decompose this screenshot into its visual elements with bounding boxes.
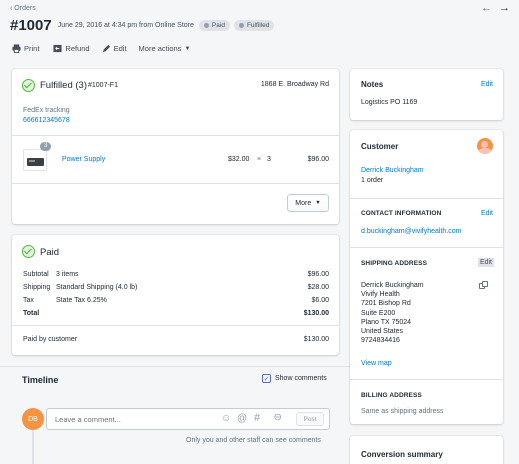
notes-edit-link[interactable]: Edit <box>481 81 493 88</box>
fulfilled-title: Fulfilled (3) <box>40 80 87 91</box>
order-title-row: #1007 June 29, 2016 at 4:34 pm from Onli… <box>10 17 275 34</box>
paid-card: Paid Subtotal 3 items $96.00 Shipping St… <box>12 235 339 355</box>
timeline-title: Timeline <box>22 375 59 385</box>
next-order-arrow-icon[interactable]: → <box>499 2 510 14</box>
fulfillment-location: 1868 E. Broadway Rd <box>260 81 329 88</box>
previous-order-arrow-icon[interactable]: ← <box>481 2 492 14</box>
product-name-link[interactable]: Power Supply <box>62 156 105 163</box>
address-line: 7201 Bishop Rd <box>361 300 411 308</box>
fulfilled-check-icon <box>22 79 35 92</box>
quantity-badge: 3 <box>40 142 52 151</box>
address-line: United States <box>361 328 404 336</box>
payment-status-badge: Paid <box>198 20 230 31</box>
conversion-summary-card: Conversion summary <box>350 436 503 464</box>
address-line: Vivify Health <box>361 291 400 299</box>
product-thumbnail <box>23 149 47 171</box>
shipping-label: Shipping <box>23 284 51 291</box>
address-line: Plano TX 75024 <box>361 318 412 326</box>
pencil-icon <box>102 44 110 53</box>
address-line: Derrick Buckingham <box>361 282 424 289</box>
divider <box>350 247 503 248</box>
subtotal-label: Subtotal <box>23 271 49 278</box>
show-comments-toggle[interactable]: ✓ Show comments <box>262 374 327 383</box>
shipping-desc: Standard Shipping (4.0 lb) <box>56 284 138 291</box>
contact-info-title: CONTACT INFORMATION <box>361 210 442 217</box>
hashtag-icon[interactable]: # <box>254 412 260 424</box>
breadcrumb-label: Orders <box>14 5 36 12</box>
divider <box>0 366 352 367</box>
post-button[interactable]: Post <box>296 412 324 426</box>
divider <box>12 325 339 326</box>
notes-card: Notes Edit Logistics PO 1169 <box>350 69 503 120</box>
comment-input[interactable] <box>55 414 215 425</box>
print-icon <box>12 44 21 53</box>
checkbox-checked-icon: ✓ <box>262 374 271 383</box>
divider <box>12 183 339 184</box>
emoji-icon[interactable]: ☺ <box>221 413 231 424</box>
item-quantity: 3 <box>267 156 271 163</box>
shipping-edit-link[interactable]: Edit <box>477 258 494 267</box>
shipping-address-title: SHIPPING ADDRESS <box>361 260 428 267</box>
tracking-number-link[interactable]: 666612345678 <box>23 117 70 124</box>
order-meta: June 29, 2016 at 4:34 pm from Online Sto… <box>57 22 194 29</box>
divider <box>350 379 503 380</box>
customer-title: Customer <box>361 142 399 151</box>
fulfillment-id: #1007-F1 <box>88 82 118 89</box>
tax-amount: $6.00 <box>311 297 329 304</box>
subtotal-desc: 3 items <box>56 271 79 278</box>
billing-address-text: Same as shipping address <box>361 408 444 415</box>
tracking-label: FedEx tracking <box>23 107 70 114</box>
print-action[interactable]: Print <box>12 44 39 53</box>
more-actions-dropdown[interactable]: More actions ▼ <box>139 44 191 53</box>
paid-by-amount: $130.00 <box>303 336 329 343</box>
comments-visibility-note: Only you and other staff can see comment… <box>186 437 321 444</box>
comment-box: ☺ @ # ⊘ Post <box>46 408 330 430</box>
shipping-amount: $28.00 <box>307 284 329 291</box>
customer-email-link[interactable]: d.buckingham@vivifyhealth.com <box>361 228 462 235</box>
conversion-summary-title: Conversion summary <box>361 450 443 459</box>
breadcrumb-orders[interactable]: ‹ Orders <box>10 5 36 12</box>
customer-avatar <box>477 138 493 154</box>
fulfillment-status-badge: Fulfilled <box>233 20 275 31</box>
paid-by-label: Paid by customer <box>23 336 78 343</box>
tax-desc: State Tax 6.25% <box>56 297 107 304</box>
view-map-link[interactable]: View map <box>361 360 392 367</box>
notes-title: Notes <box>361 80 384 89</box>
customer-card: Customer Derrick Buckingham 1 order CONT… <box>350 130 503 424</box>
fulfilled-card: Fulfilled (3) #1007-F1 1868 E. Broadway … <box>12 69 339 224</box>
notes-text: Logistics PO 1169 <box>361 99 418 106</box>
address-line: 9724834416 <box>361 337 400 345</box>
contact-edit-link[interactable]: Edit <box>481 210 493 217</box>
order-number: #1007 <box>10 17 52 34</box>
avatar: DB <box>22 408 44 430</box>
subtotal-amount: $96.00 <box>307 271 329 278</box>
paid-check-icon <box>22 245 35 258</box>
total-amount: $130.00 <box>303 310 329 317</box>
tax-label: Tax <box>23 297 34 304</box>
item-price: $32.00 <box>228 156 250 163</box>
attachment-icon[interactable]: ⊘ <box>270 411 284 425</box>
paid-title: Paid <box>40 247 60 258</box>
edit-action[interactable]: Edit <box>102 44 127 53</box>
refund-icon <box>53 44 62 53</box>
copy-address-icon[interactable] <box>479 281 488 290</box>
shipping-address: Derrick Buckingham Vivify Health 7201 Bi… <box>361 281 424 345</box>
chevron-left-icon: ‹ <box>10 5 13 12</box>
customer-name-link[interactable]: Derrick Buckingham <box>361 167 424 174</box>
item-total: $96.00 <box>307 156 329 163</box>
divider <box>350 198 503 199</box>
more-button[interactable]: More ▼ <box>287 194 329 212</box>
refund-action[interactable]: Refund <box>53 44 90 53</box>
times-sign: × <box>257 156 262 163</box>
customer-orders: 1 order <box>361 177 384 184</box>
billing-address-title: BILLING ADDRESS <box>361 392 422 399</box>
address-line: Suite E200 <box>361 309 396 317</box>
caret-down-icon: ▼ <box>184 45 191 52</box>
divider <box>12 135 339 136</box>
total-label: Total <box>23 310 40 317</box>
action-bar: Print Refund Edit More actions ▼ <box>12 44 190 53</box>
caret-down-icon: ▼ <box>315 200 321 206</box>
mention-icon[interactable]: @ <box>237 413 247 424</box>
